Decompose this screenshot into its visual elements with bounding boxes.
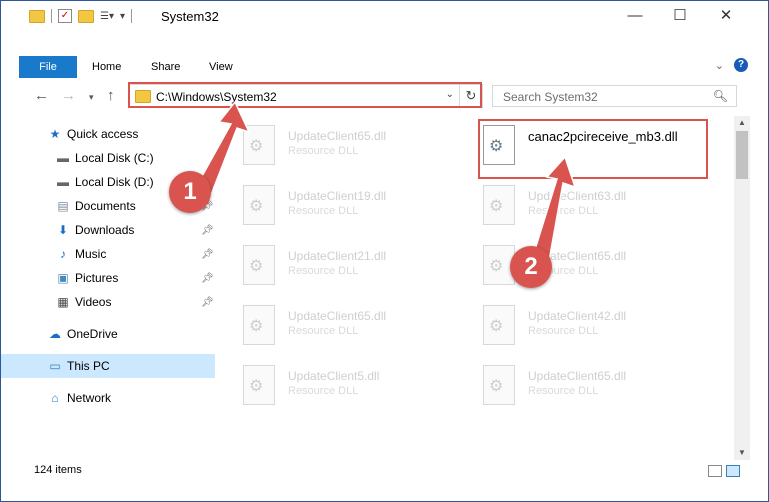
file-name: UpdateClient21.dll: [288, 249, 387, 263]
folder-icon[interactable]: [29, 9, 45, 23]
details-view-icon[interactable]: [708, 465, 722, 477]
star-icon: ★: [49, 127, 61, 141]
item-count: 124 items: [34, 464, 82, 476]
sidebar-item-label: Videos: [75, 295, 112, 309]
up-button[interactable]: ↑: [107, 87, 115, 104]
search-box[interactable]: Search System32 🔍︎: [492, 85, 737, 107]
sidebar-item-label: OneDrive: [67, 327, 118, 341]
dll-file-icon: [243, 305, 275, 345]
window-title: System32: [161, 9, 219, 24]
file-name: UpdateClient42.dll: [528, 309, 627, 323]
file-item[interactable]: UpdateClient21.dll Resource DLL: [223, 241, 453, 291]
tiles-view-icon[interactable]: [726, 465, 740, 477]
tab-home[interactable]: Home: [92, 56, 121, 78]
videos-icon: ▦: [57, 295, 69, 309]
cloud-icon: ☁: [49, 327, 61, 341]
sidebar-item-label: Documents: [75, 199, 136, 213]
step-2-badge: 2: [510, 246, 552, 288]
pin-icon[interactable]: 📌︎: [201, 225, 214, 236]
file-name: UpdateClient65.dll: [528, 369, 627, 383]
sidebar-item-this-pc[interactable]: ▭ This PC: [1, 354, 215, 378]
properties-icon[interactable]: ✓: [58, 9, 72, 23]
scrollbar-thumb[interactable]: [736, 131, 748, 179]
toolbar-separator: [131, 9, 133, 23]
sidebar-item-label: This PC: [67, 359, 110, 373]
forward-button[interactable]: →: [61, 87, 76, 104]
sidebar-item-label: Music: [75, 247, 107, 261]
recent-locations-icon[interactable]: ▾: [89, 92, 94, 103]
sidebar-item-label: Local Disk (C:): [75, 151, 154, 165]
quick-access-toolbar: ✓ ☰▾ ▾: [29, 9, 133, 23]
help-icon[interactable]: ?: [734, 58, 748, 72]
sidebar-item-videos[interactable]: ▦ Videos 📌︎: [1, 290, 215, 314]
minimize-button[interactable]: —: [612, 1, 658, 31]
close-button[interactable]: ✕: [703, 1, 749, 31]
file-type: Resource DLL: [288, 325, 359, 337]
search-input[interactable]: Search System32: [503, 90, 598, 104]
documents-icon: ▤: [57, 199, 69, 213]
dll-file-icon: [483, 365, 515, 405]
drive-icon: ▬: [57, 175, 69, 189]
step-1-badge: 1: [169, 171, 211, 213]
pin-icon[interactable]: 📌︎: [201, 297, 214, 308]
pictures-icon: ▣: [57, 271, 69, 285]
toolbar-separator: [51, 9, 52, 23]
file-type: Resource DLL: [288, 385, 359, 397]
sidebar-item-onedrive[interactable]: ☁ OneDrive: [1, 322, 215, 346]
sidebar-item-label: Quick access: [67, 127, 139, 141]
file-name: UpdateClient65.dll: [288, 309, 387, 323]
sidebar-item-downloads[interactable]: ⬇ Downloads 📌︎: [1, 218, 215, 242]
sidebar-item-label: Local Disk (D:): [75, 175, 154, 189]
file-name: UpdateClient5.dll: [288, 369, 380, 383]
dll-file-icon: [483, 305, 515, 345]
dll-file-icon: [243, 245, 275, 285]
file-item[interactable]: UpdateClient5.dll Resource DLL: [223, 361, 453, 411]
explorer-window: ✓ ☰▾ ▾ System32 — ☐ ✕ File Home Share Vi…: [0, 0, 769, 502]
customize-toolbar-icon[interactable]: ☰▾: [100, 11, 114, 22]
chevron-down-icon[interactable]: ▾: [120, 11, 125, 22]
file-type: Resource DLL: [528, 325, 599, 337]
file-type: Resource DLL: [288, 145, 359, 157]
dll-file-icon: [243, 365, 275, 405]
file-type: Resource DLL: [288, 205, 359, 217]
tab-view[interactable]: View: [209, 56, 233, 78]
file-type: Resource DLL: [288, 265, 359, 277]
scroll-up-icon[interactable]: ▲: [734, 116, 750, 130]
file-item[interactable]: UpdateClient42.dll Resource DLL: [463, 301, 693, 351]
sidebar-item-label: Pictures: [75, 271, 119, 285]
new-folder-icon[interactable]: [78, 9, 94, 23]
drive-icon: ▬: [57, 151, 69, 165]
download-icon: ⬇: [57, 223, 69, 237]
sidebar-item-pictures[interactable]: ▣ Pictures 📌︎: [1, 266, 215, 290]
network-icon: ⌂: [51, 391, 59, 405]
file-item[interactable]: UpdateClient65.dll Resource DLL: [463, 361, 693, 411]
sidebar-item-label: Downloads: [75, 223, 135, 237]
file-item[interactable]: UpdateClient65.dll Resource DLL: [223, 301, 453, 351]
file-name: UpdateClient65.dll: [288, 129, 387, 143]
maximize-button[interactable]: ☐: [657, 1, 703, 31]
scroll-down-icon[interactable]: ▼: [734, 446, 750, 460]
tab-file[interactable]: File: [19, 56, 77, 78]
file-type: Resource DLL: [528, 385, 599, 397]
back-button[interactable]: ←: [34, 87, 49, 104]
computer-icon: ▭: [49, 359, 61, 373]
sidebar-item-network[interactable]: ⌂ Network: [1, 386, 215, 410]
sidebar-item-music[interactable]: ♪ Music 📌︎: [1, 242, 215, 266]
expand-ribbon-icon[interactable]: ⌄: [715, 59, 724, 72]
pin-icon[interactable]: 📌︎: [201, 273, 214, 284]
file-name: UpdateClient19.dll: [288, 189, 387, 203]
sidebar-item-label: Network: [67, 391, 112, 405]
search-icon[interactable]: 🔍︎: [713, 89, 728, 103]
music-icon: ♪: [60, 247, 66, 261]
pin-icon[interactable]: 📌︎: [201, 249, 214, 260]
tab-share[interactable]: Share: [151, 56, 180, 78]
